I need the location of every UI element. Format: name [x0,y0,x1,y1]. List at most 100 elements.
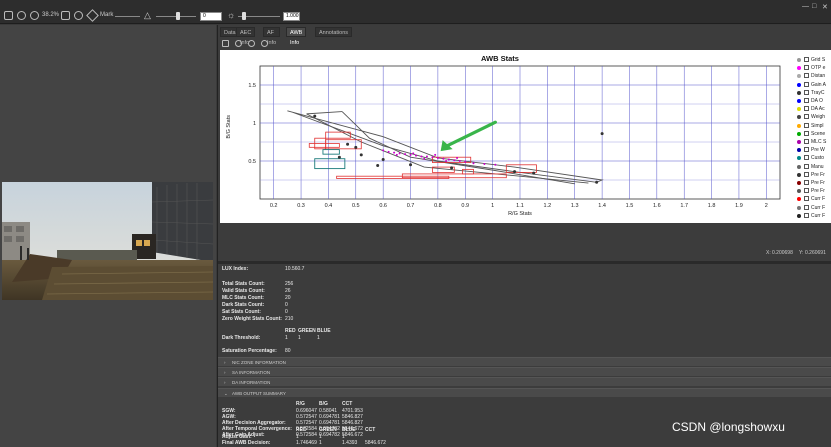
data-point [458,160,461,162]
legend-item[interactable]: Curr F [797,204,831,212]
dark-threshold-green: 1 [298,335,301,341]
lux-index-value: 10.560.7 [285,266,305,272]
data-point [412,152,415,155]
legend-checkbox[interactable] [804,171,809,177]
x-tick-label: 0.2 [270,203,278,209]
right-slider-thumb[interactable] [242,12,246,20]
legend-item[interactable]: TrayC [797,89,831,97]
legend-item[interactable]: Simpl [797,122,831,130]
legend-checkbox[interactable] [804,89,809,95]
legend-swatch [797,90,801,95]
legend-item[interactable]: Weigh [797,114,831,121]
watermark-text: CSDN @longshowxu [672,420,785,434]
fit-screen-icon[interactable] [61,11,70,20]
legend-checkbox[interactable] [804,147,809,153]
sat-stats-label: Sat Stats Count: [222,309,261,315]
legend-checkbox[interactable] [804,81,809,87]
legend-item[interactable]: DA Ac [797,106,831,113]
legend-item[interactable]: Scene [797,130,831,138]
legend-swatch [797,66,801,71]
legend-swatch [797,148,801,153]
section-awb-output-summary[interactable]: ⌄ AWB OUTPUT SUMMARY [218,388,831,397]
close-icon[interactable]: ✕ [822,3,828,11]
legend-item[interactable]: Curr F [797,196,831,203]
legend-checkbox[interactable] [804,73,809,79]
data-point [494,163,497,166]
legend-item[interactable]: Pre W [797,147,831,154]
section-nic-zone[interactable]: › NIC ZONE INFORMATION [218,357,831,366]
tab-af-info[interactable]: AF Info [263,27,281,46]
gain-header-red: RED [296,427,307,433]
legend-checkbox[interactable] [804,204,809,210]
data-point [354,145,358,149]
left-slider-thumb[interactable] [176,12,180,20]
legend-item[interactable]: Grid S [797,57,831,64]
x-tick-label: 0.8 [434,203,442,209]
data-point [409,163,413,167]
minimize-icon[interactable]: — [802,3,809,10]
legend-item[interactable]: MLC S [797,139,831,146]
chevron-right-icon: › [224,370,226,375]
legend-swatch [797,197,801,202]
data-point [395,153,398,156]
legend-item[interactable]: Curr F [797,212,831,220]
legend-checkbox[interactable] [804,180,809,185]
legend-item[interactable]: Pre Fr [797,180,831,187]
legend-checkbox[interactable] [804,57,809,62]
legend-swatch [797,58,801,62]
legend-checkbox[interactable] [804,212,809,218]
awb-stats-chart[interactable]: 0.2 0.3 0.4 0.5 0.6 0.7 0.8 0.9 1 1.1 1.2 1.3 1.4 1.5… [220,50,831,223]
legend-item[interactable]: OTP e [797,65,831,72]
zoom-out-icon[interactable] [17,11,26,20]
left-value-input[interactable]: 0 [200,12,222,21]
data-point [346,142,350,146]
legend-item[interactable]: DA O [797,98,831,105]
section-da-info[interactable]: › DA INFORMATION [218,377,831,386]
tab-annotations[interactable]: Annotations [315,27,353,37]
x-tick-label: 1.2 [544,203,552,209]
chart-zoom-in-icon[interactable] [235,40,242,47]
legend-label: MLC S [811,139,827,145]
brightness-icon: ☼ [227,10,236,20]
data-point [425,155,428,158]
legend-item[interactable]: Pre Fr [797,188,831,195]
x-coord-value: 0.200698 [772,250,793,256]
section-sa-info[interactable]: › SA INFORMATION [218,367,831,376]
chart-reset-icon[interactable] [261,40,268,47]
legend-checkbox[interactable] [804,98,809,103]
zoom-in-icon[interactable] [30,11,39,20]
threshold-header-green: GREEN [298,328,316,334]
legend-checkbox[interactable] [804,163,809,169]
legend-checkbox[interactable] [804,114,809,120]
legend-item[interactable]: Custo [797,155,831,162]
legend-checkbox[interactable] [804,196,809,202]
scene-photo[interactable] [2,182,213,300]
data-point [595,180,599,184]
chart-zoom-out-icon[interactable] [248,40,255,47]
legend-item[interactable]: Gain A [797,81,831,89]
legend-checkbox[interactable] [804,65,809,71]
legend-item[interactable]: Pre Fr [797,171,831,179]
actual-size-icon[interactable] [74,11,83,20]
legend-label: Weigh [811,114,826,121]
tab-aec-info[interactable]: AEC Info [236,27,256,46]
chart-save-icon[interactable] [222,40,229,47]
legend-checkbox[interactable] [804,130,809,136]
mark-slider-track[interactable] [115,16,140,17]
legend-checkbox[interactable] [804,106,809,112]
legend-item[interactable]: Manu [797,163,831,171]
data-point [464,160,467,163]
maximize-icon[interactable]: □ [812,3,816,10]
save-icon[interactable] [4,11,13,20]
legend-item[interactable]: Distan [797,73,831,80]
data-point [337,155,341,159]
tab-awb-info[interactable]: AWB Info [286,27,307,46]
legend-checkbox[interactable] [804,188,809,194]
legend-checkbox[interactable] [804,155,809,161]
legend-checkbox[interactable] [804,139,809,144]
x-axis-label: R/G Stats [508,211,532,217]
right-value-input[interactable]: 1.000 [283,12,300,21]
gain-header-blue: BLUE [342,427,356,433]
legend-checkbox[interactable] [804,122,809,128]
mark-tool-icon[interactable] [86,9,99,22]
